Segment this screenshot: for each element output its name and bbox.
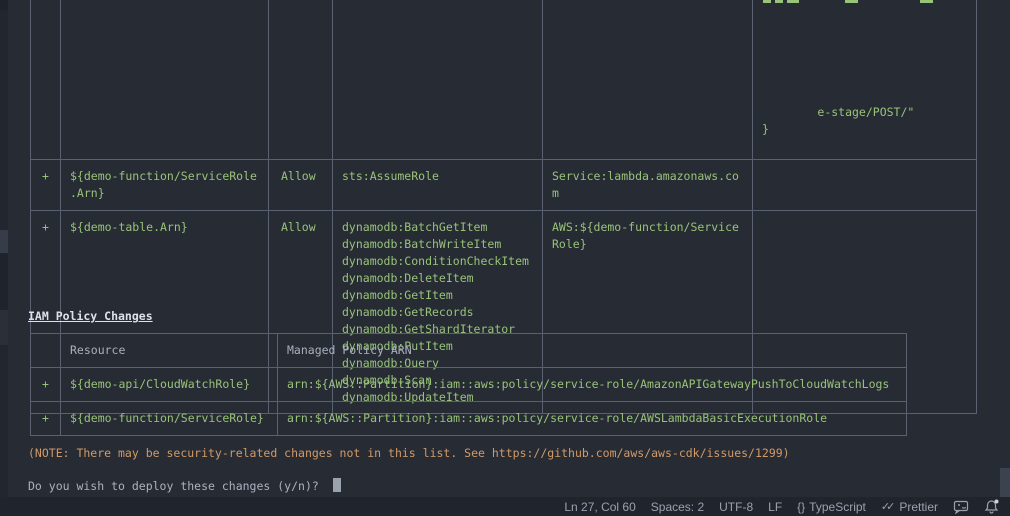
- terminal-scrollbar-thumb[interactable]: [1000, 468, 1010, 497]
- table-row-partial: e-stage/POST/" }: [30, 0, 977, 160]
- double-check-icon: ✓✓: [880, 501, 896, 513]
- condition-cell: [752, 159, 977, 211]
- braces-icon: {}: [797, 499, 806, 514]
- table-row: + ${demo-function/ServiceRole} arn:${AWS…: [30, 401, 907, 436]
- op-header-cell: [30, 333, 61, 368]
- condition-text: e-stage/POST/" }: [762, 105, 915, 136]
- clipped-text-fragment: [763, 0, 771, 3]
- op-cell: +: [30, 401, 61, 436]
- effect-cell: Allow: [268, 159, 333, 211]
- resource-cell: ${demo-api/CloudWatchRole}: [60, 367, 278, 402]
- left-edge-segment: [0, 310, 8, 345]
- deploy-confirm-prompt[interactable]: Do you wish to deploy these changes (y/n…: [28, 478, 341, 495]
- table-row: + ${demo-function/ServiceRole .Arn} Allo…: [30, 159, 977, 211]
- clipped-text-fragment: [775, 0, 783, 3]
- prettier-label: Prettier: [899, 499, 938, 514]
- security-note-line: (NOTE: There may be security-related cha…: [28, 446, 790, 460]
- resource-cell: [60, 0, 269, 160]
- encoding-indicator[interactable]: UTF-8: [719, 500, 753, 514]
- feedback-icon: [953, 500, 969, 514]
- clipped-text-fragment: [920, 0, 933, 3]
- notifications-button[interactable]: [984, 499, 999, 514]
- vscode-terminal-panel: e-stage/POST/" } + ${demo-function/Servi…: [0, 0, 1010, 516]
- status-bar: Ln 27, Col 60 Spaces: 2 UTF-8 LF {} Type…: [0, 497, 1010, 516]
- arn-header-cell: Managed Policy ARN: [277, 333, 907, 368]
- clipped-text-fragment: [787, 0, 799, 3]
- op-cell: +: [30, 367, 61, 402]
- clipped-text-fragment: [845, 0, 858, 3]
- iam-policy-changes-heading: IAM Policy Changes: [28, 309, 153, 323]
- eol-indicator[interactable]: LF: [768, 500, 782, 514]
- cursor-position-indicator[interactable]: Ln 27, Col 60: [564, 500, 635, 514]
- iam-policy-changes-table: Resource Managed Policy ARN + ${demo-api…: [30, 333, 907, 436]
- action-cell: [332, 0, 543, 160]
- indentation-indicator[interactable]: Spaces: 2: [651, 500, 704, 514]
- left-edge-segment: [0, 0, 8, 10]
- notifications-bell-icon: [984, 499, 999, 514]
- resource-cell: ${demo-function/ServiceRole}: [60, 401, 278, 436]
- table-header-row: Resource Managed Policy ARN: [30, 333, 907, 368]
- left-edge-panel: [0, 0, 8, 497]
- language-label: TypeScript: [809, 499, 866, 514]
- action-cell: sts:AssumeRole: [332, 159, 543, 211]
- principal-cell: Service:lambda.amazonaws.co m: [542, 159, 753, 211]
- op-cell: +: [30, 159, 61, 211]
- feedback-button[interactable]: [953, 500, 969, 514]
- resource-cell: ${demo-function/ServiceRole .Arn}: [60, 159, 269, 211]
- left-edge-segment: [0, 253, 8, 310]
- resource-header-cell: Resource: [60, 333, 278, 368]
- principal-cell: [542, 0, 753, 160]
- table-row: + ${demo-api/CloudWatchRole} arn:${AWS::…: [30, 367, 907, 402]
- arn-cell: arn:${AWS::Partition}:iam::aws:policy/se…: [277, 401, 907, 436]
- op-cell: [30, 0, 61, 160]
- prettier-indicator[interactable]: ✓✓ Prettier: [881, 500, 938, 514]
- language-mode-indicator[interactable]: {} TypeScript: [797, 500, 866, 514]
- terminal-cursor: [332, 478, 341, 492]
- left-edge-segment: [0, 230, 8, 253]
- prompt-text: Do you wish to deploy these changes (y/n…: [28, 479, 326, 493]
- effect-cell: [268, 0, 333, 160]
- condition-cell: e-stage/POST/" }: [752, 0, 977, 160]
- arn-cell: arn:${AWS::Partition}:iam::aws:policy/se…: [277, 367, 907, 402]
